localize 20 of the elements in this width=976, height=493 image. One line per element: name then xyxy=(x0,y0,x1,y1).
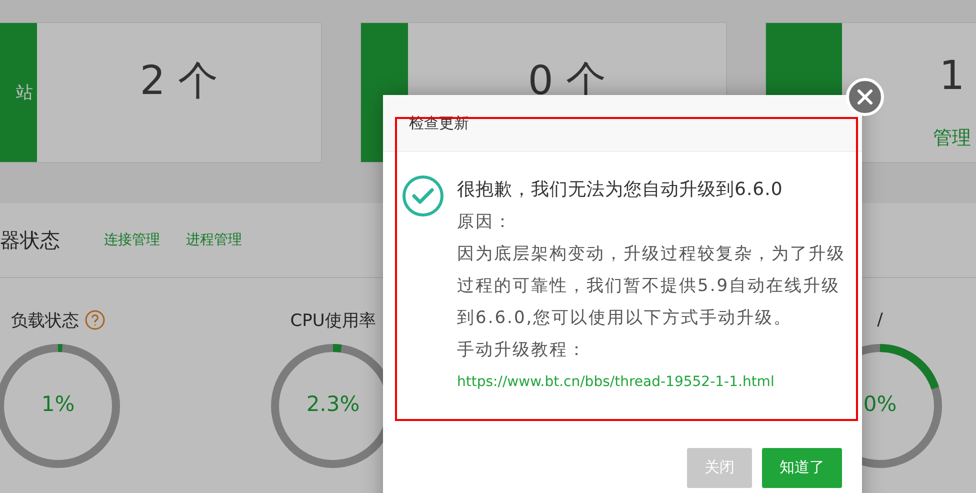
gauge-value: 0% xyxy=(862,392,898,416)
gauge-value: 1% xyxy=(40,392,76,416)
panel-title: 器状态 xyxy=(0,226,60,254)
gauge-label: CPU使用率 xyxy=(290,310,376,332)
card-label: 站 xyxy=(16,82,33,104)
headline: 很抱歉，我们无法为您自动升级到6.6.0 xyxy=(457,178,784,202)
count-value: 1 xyxy=(939,53,965,99)
reason-text: 因为底层架构变动，升级过程较复杂，为了升级过程的可靠性，我们暂不提供5.9自动在线升级到6.6.0,您可以使用以下方式手动升级。 xyxy=(457,243,846,330)
tutorial-link[interactable]: https://www.bt.cn/bbs/thread-19552-1-1.html xyxy=(457,366,849,398)
gauge-label: 负载状态 xyxy=(11,310,79,332)
gauge-value: 2.3% xyxy=(305,392,361,416)
panel-link[interactable]: 进程管理 xyxy=(186,231,242,249)
gauge-label: / xyxy=(877,310,883,330)
count-value: 2 个 xyxy=(140,57,218,106)
manage-link[interactable]: 管理 xyxy=(933,125,971,151)
panel-link[interactable]: 连接管理 xyxy=(104,231,160,249)
confirm-button[interactable]: 知道了 xyxy=(762,448,842,488)
check-circle-icon xyxy=(401,174,445,218)
reason-label: 原因： xyxy=(457,211,514,234)
tutorial-label: 手动升级教程： xyxy=(457,339,588,362)
